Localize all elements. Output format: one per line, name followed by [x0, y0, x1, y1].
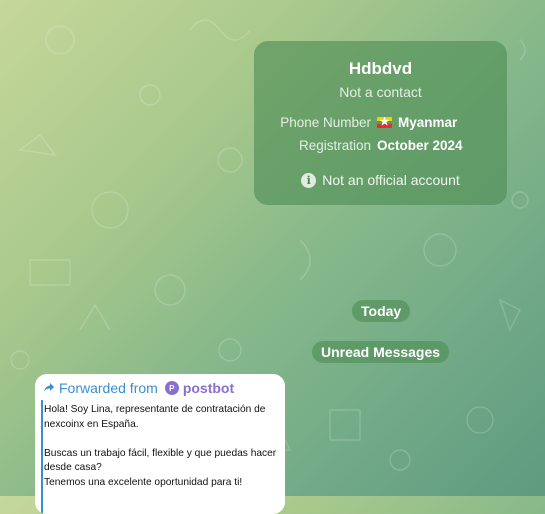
phone-value: ★ Myanmar	[377, 115, 457, 130]
myanmar-flag-icon: ★	[377, 117, 392, 128]
bot-name-link[interactable]: postbot	[183, 380, 234, 396]
registration-label: Registration	[298, 138, 371, 153]
date-separator: Today	[352, 300, 411, 322]
message-line: Hola! Soy Lina, representante de contrat…	[44, 404, 266, 430]
contact-status: Not a contact	[339, 84, 422, 100]
forwarded-prefix: Forwarded from	[59, 380, 158, 396]
message-bubble[interactable]: Forwarded from P postbot Hola! Soy Lina,…	[35, 374, 285, 514]
message-line: Buscas un trabajo fácil, flexible y que …	[44, 447, 277, 474]
registration-value: October 2024	[377, 138, 463, 153]
official-notice-text: Not an official account	[322, 172, 460, 188]
message-line: Tenemos una excelente oportunidad para t…	[44, 476, 243, 488]
bot-avatar[interactable]: P	[164, 381, 179, 395]
forwarded-header[interactable]: Forwarded from P postbot	[43, 380, 234, 396]
forward-quote-bar	[41, 400, 43, 514]
info-icon: i	[301, 172, 317, 188]
official-notice[interactable]: i Not an official account	[254, 172, 507, 188]
phone-label: Phone Number	[280, 115, 371, 130]
message-text: Hola! Soy Lina, representante de contrat…	[44, 403, 279, 490]
unread-messages-separator: Unread Messages	[312, 341, 450, 363]
contact-info-card: Hdbdvd Not a contact Phone Number ★ Myan…	[254, 41, 507, 205]
phone-country: Myanmar	[398, 115, 458, 130]
contact-name: Hdbdvd	[348, 59, 413, 78]
forward-arrow-icon	[44, 383, 54, 392]
